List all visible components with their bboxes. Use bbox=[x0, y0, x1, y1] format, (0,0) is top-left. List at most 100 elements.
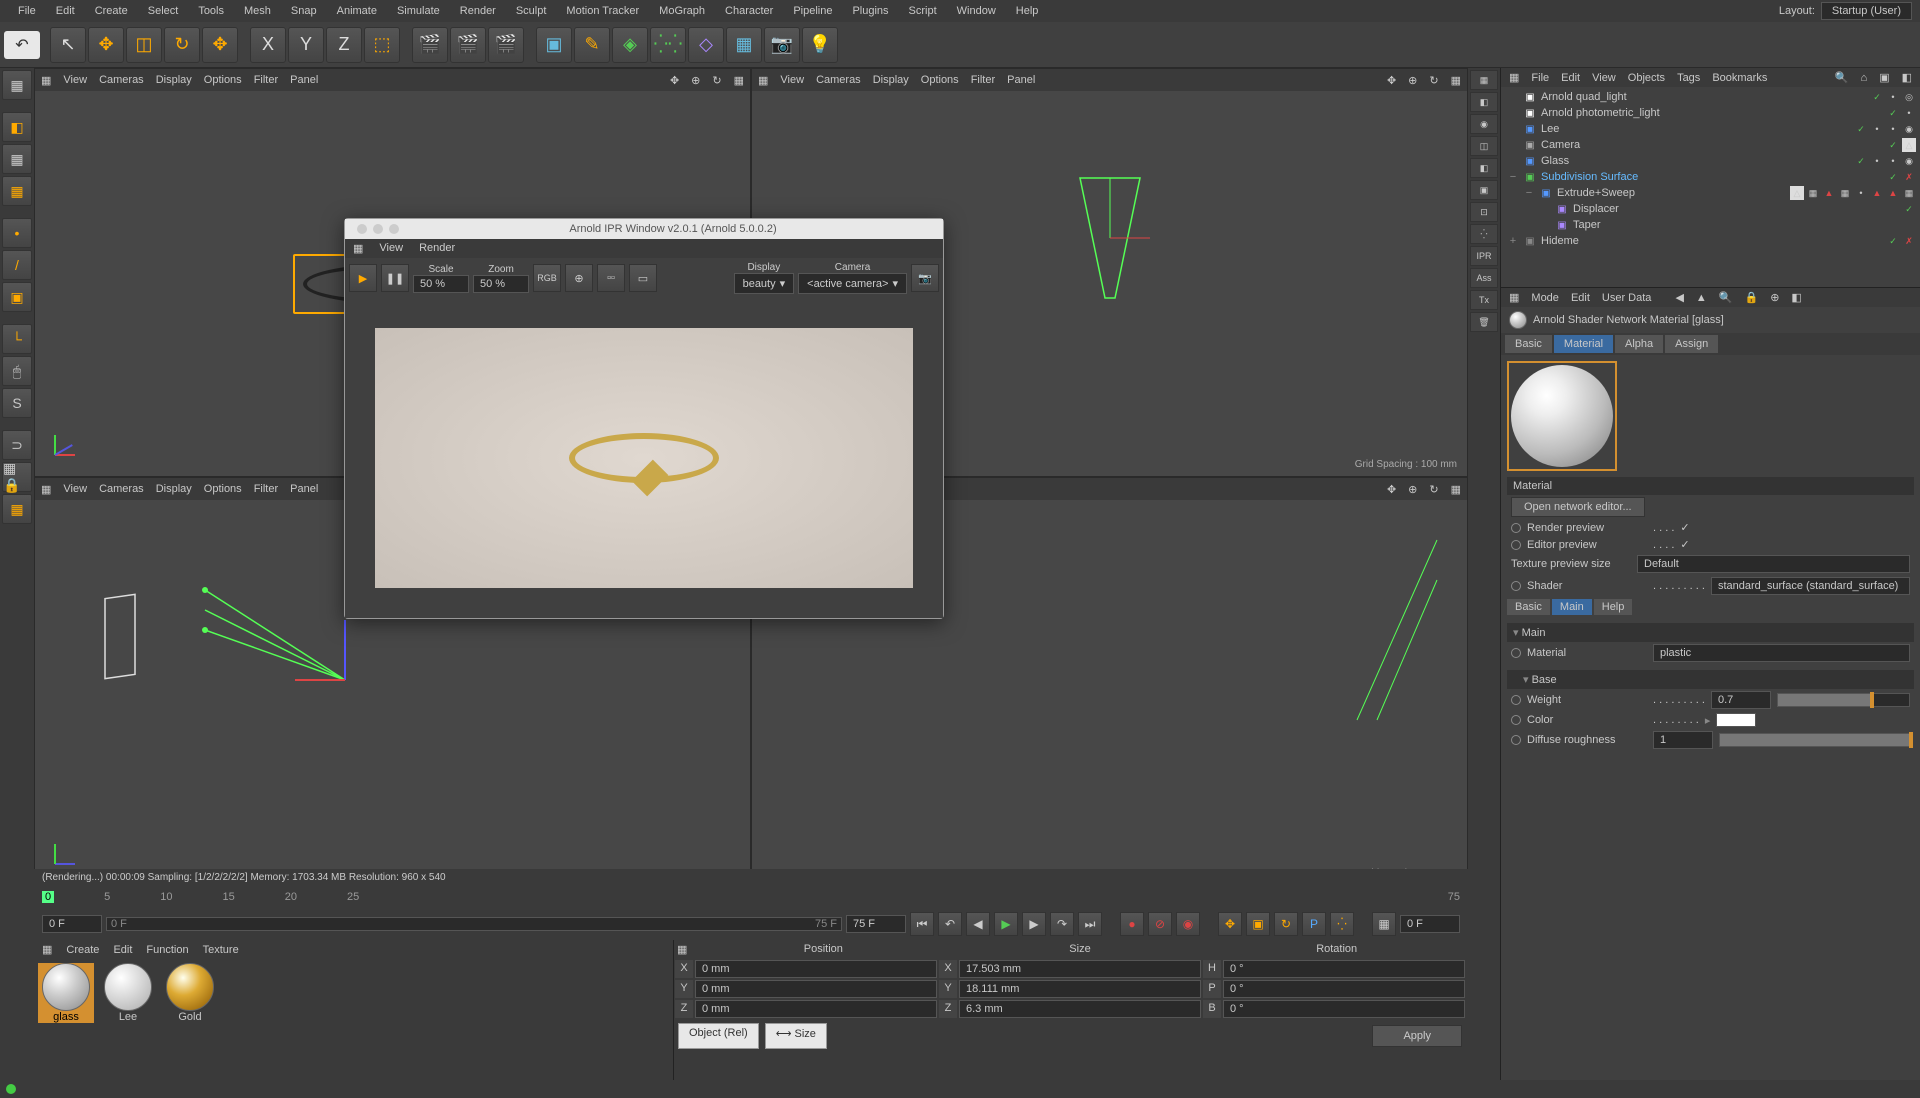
tag-icon[interactable]: △ bbox=[1902, 138, 1916, 152]
make-editable-icon[interactable]: ▦ bbox=[2, 70, 32, 100]
obj-menu-file[interactable]: File bbox=[1531, 72, 1549, 84]
autokey-button[interactable]: ⊘ bbox=[1148, 912, 1172, 936]
tag-icon[interactable]: ✓ bbox=[1854, 122, 1868, 136]
camera-dropdown[interactable]: <active camera> ▾ bbox=[798, 273, 907, 294]
obj-menu-view[interactable]: View bbox=[1592, 72, 1616, 84]
weight-slider[interactable] bbox=[1777, 693, 1910, 707]
tweak-icon[interactable]: 🖱 bbox=[2, 356, 32, 386]
undo-button[interactable]: ↶ bbox=[4, 31, 40, 59]
camera-tool[interactable]: 📷 bbox=[764, 27, 800, 63]
grid-icon[interactable]: ▦ bbox=[41, 483, 51, 496]
search-icon[interactable]: 🔍 bbox=[1719, 291, 1733, 304]
planar-icon[interactable]: ▦ bbox=[2, 494, 32, 524]
tree-row[interactable]: ▣Arnold quad_light✓•◎ bbox=[1503, 89, 1918, 105]
render-preview-check[interactable]: ✓ bbox=[1680, 521, 1689, 534]
tag-icon[interactable]: ▲ bbox=[1886, 186, 1900, 200]
window-traffic-lights[interactable] bbox=[349, 224, 407, 234]
tree-row[interactable]: ▣Taper bbox=[1503, 217, 1918, 233]
range-start-input[interactable]: 0 F bbox=[42, 915, 102, 933]
step-back-button[interactable]: ↶ bbox=[938, 912, 962, 936]
y-axis-lock[interactable]: Y bbox=[288, 27, 324, 63]
attr-menu-edit[interactable]: Edit bbox=[1571, 292, 1590, 304]
ipr-label-icon[interactable]: IPR bbox=[1470, 246, 1498, 266]
edge-mode-icon[interactable]: / bbox=[2, 250, 32, 280]
grid-icon[interactable]: ▦ bbox=[758, 74, 768, 87]
rot-h-input[interactable]: 0 ° bbox=[1223, 960, 1465, 978]
grid-icon[interactable]: ▦ bbox=[1470, 70, 1498, 90]
menu-snap[interactable]: Snap bbox=[281, 5, 327, 17]
tree-row[interactable]: ▣Lee✓••◉ bbox=[1503, 121, 1918, 137]
menu-window[interactable]: Window bbox=[947, 5, 1006, 17]
expand-icon[interactable]: − bbox=[1523, 187, 1535, 199]
model-mode-icon[interactable]: ◧ bbox=[2, 112, 32, 142]
tab-alpha[interactable]: Alpha bbox=[1615, 335, 1663, 353]
array-tool[interactable]: ⁛⁛ bbox=[650, 27, 686, 63]
tag-icon[interactable]: ▲ bbox=[1870, 186, 1884, 200]
tab-basic[interactable]: Basic bbox=[1505, 335, 1552, 353]
tag-icon[interactable]: ✓ bbox=[1886, 138, 1900, 152]
vp-menu-cameras[interactable]: Cameras bbox=[99, 74, 144, 86]
x-axis-lock[interactable]: X bbox=[250, 27, 286, 63]
view-icon[interactable]: ▣ bbox=[1879, 71, 1889, 84]
goto-start-button[interactable]: ⏮ bbox=[910, 912, 934, 936]
nav-up-icon[interactable]: ▲ bbox=[1696, 292, 1707, 304]
material-type-dropdown[interactable]: plastic bbox=[1653, 644, 1910, 662]
menu-edit[interactable]: Edit bbox=[46, 5, 85, 17]
snap-icon[interactable]: S bbox=[2, 388, 32, 418]
size-mode-dropdown[interactable]: ⟷ Size bbox=[765, 1023, 827, 1049]
ass-label-icon[interactable]: Ass bbox=[1470, 268, 1498, 288]
tag-icon[interactable]: ▦ bbox=[1806, 186, 1820, 200]
vp-nav-icon[interactable]: ⊕ bbox=[691, 74, 700, 87]
size-x-input[interactable]: 17.503 mm bbox=[959, 960, 1201, 978]
texture-mode-icon[interactable]: ▦ bbox=[2, 144, 32, 174]
menu-create[interactable]: Create bbox=[85, 5, 138, 17]
tag-icon[interactable]: ◉ bbox=[1902, 154, 1916, 168]
size-y-input[interactable]: 18.111 mm bbox=[959, 980, 1201, 998]
key-all-icon[interactable]: ⁛ bbox=[1330, 912, 1354, 936]
trash-icon[interactable]: 🗑 bbox=[1470, 312, 1498, 332]
apply-button[interactable]: Apply bbox=[1372, 1025, 1462, 1047]
z-axis-lock[interactable]: Z bbox=[326, 27, 362, 63]
light-tool[interactable]: 💡 bbox=[802, 27, 838, 63]
link-icon[interactable]: ◧ bbox=[1791, 291, 1801, 304]
deformer-tool[interactable]: ◇ bbox=[688, 27, 724, 63]
tag-icon[interactable]: ✗ bbox=[1902, 170, 1916, 184]
tag5-icon[interactable]: ▣ bbox=[1470, 180, 1498, 200]
tag-icon[interactable]: ▦ bbox=[1838, 186, 1852, 200]
tag-icon[interactable]: • bbox=[1854, 186, 1868, 200]
expand-icon[interactable]: − bbox=[1507, 171, 1519, 183]
attr-menu-userdata[interactable]: User Data bbox=[1602, 292, 1652, 304]
menu-render[interactable]: Render bbox=[450, 5, 506, 17]
vp-menu-panel[interactable]: Panel bbox=[290, 74, 318, 86]
rotate-tool[interactable]: ↻ bbox=[164, 27, 200, 63]
size-z-input[interactable]: 6.3 mm bbox=[959, 1000, 1201, 1018]
obj-menu-objects[interactable]: Objects bbox=[1628, 72, 1665, 84]
ipr-play-button[interactable]: ▶ bbox=[349, 264, 377, 292]
tag3-icon[interactable]: ◫ bbox=[1470, 136, 1498, 156]
grid-icon[interactable]: ▦ bbox=[353, 242, 363, 255]
tag7-icon[interactable]: ⁛ bbox=[1470, 224, 1498, 244]
globe-icon[interactable]: ⊕ bbox=[565, 264, 593, 292]
tag-icon[interactable]: ▦ bbox=[1902, 186, 1916, 200]
menu-character[interactable]: Character bbox=[715, 5, 783, 17]
timeline-ruler[interactable]: 0 5 10 15 20 25 75 bbox=[34, 886, 1468, 908]
vp-nav-icon[interactable]: ▦ bbox=[734, 74, 744, 87]
render-settings-button[interactable]: 🎬 bbox=[488, 27, 524, 63]
pos-y-input[interactable]: 0 mm bbox=[695, 980, 937, 998]
ipr-pause-button[interactable]: ❚❚ bbox=[381, 264, 409, 292]
grid-icon[interactable]: ▦ bbox=[1509, 71, 1519, 84]
tree-row[interactable]: ▣Arnold photometric_light✓• bbox=[1503, 105, 1918, 121]
tx-label-icon[interactable]: Tx bbox=[1470, 290, 1498, 310]
tag-icon[interactable]: ✓ bbox=[1886, 170, 1900, 184]
subtab-main[interactable]: Main bbox=[1552, 599, 1592, 615]
zoom-value[interactable]: 50 % bbox=[473, 275, 529, 293]
lock-workplane-icon[interactable]: ▦🔒 bbox=[2, 462, 32, 492]
object-tree[interactable]: ▣Arnold quad_light✓•◎ ▣Arnold photometri… bbox=[1501, 87, 1920, 287]
diffuse-roughness-slider[interactable] bbox=[1719, 733, 1910, 747]
tag1-icon[interactable]: ◧ bbox=[1470, 92, 1498, 112]
open-network-editor-button[interactable]: Open network editor... bbox=[1511, 497, 1645, 517]
tag2-icon[interactable]: ◉ bbox=[1470, 114, 1498, 134]
tag-icon[interactable]: ◎ bbox=[1902, 90, 1916, 104]
menu-select[interactable]: Select bbox=[138, 5, 189, 17]
grid-icon[interactable]: ▦ bbox=[677, 943, 695, 956]
